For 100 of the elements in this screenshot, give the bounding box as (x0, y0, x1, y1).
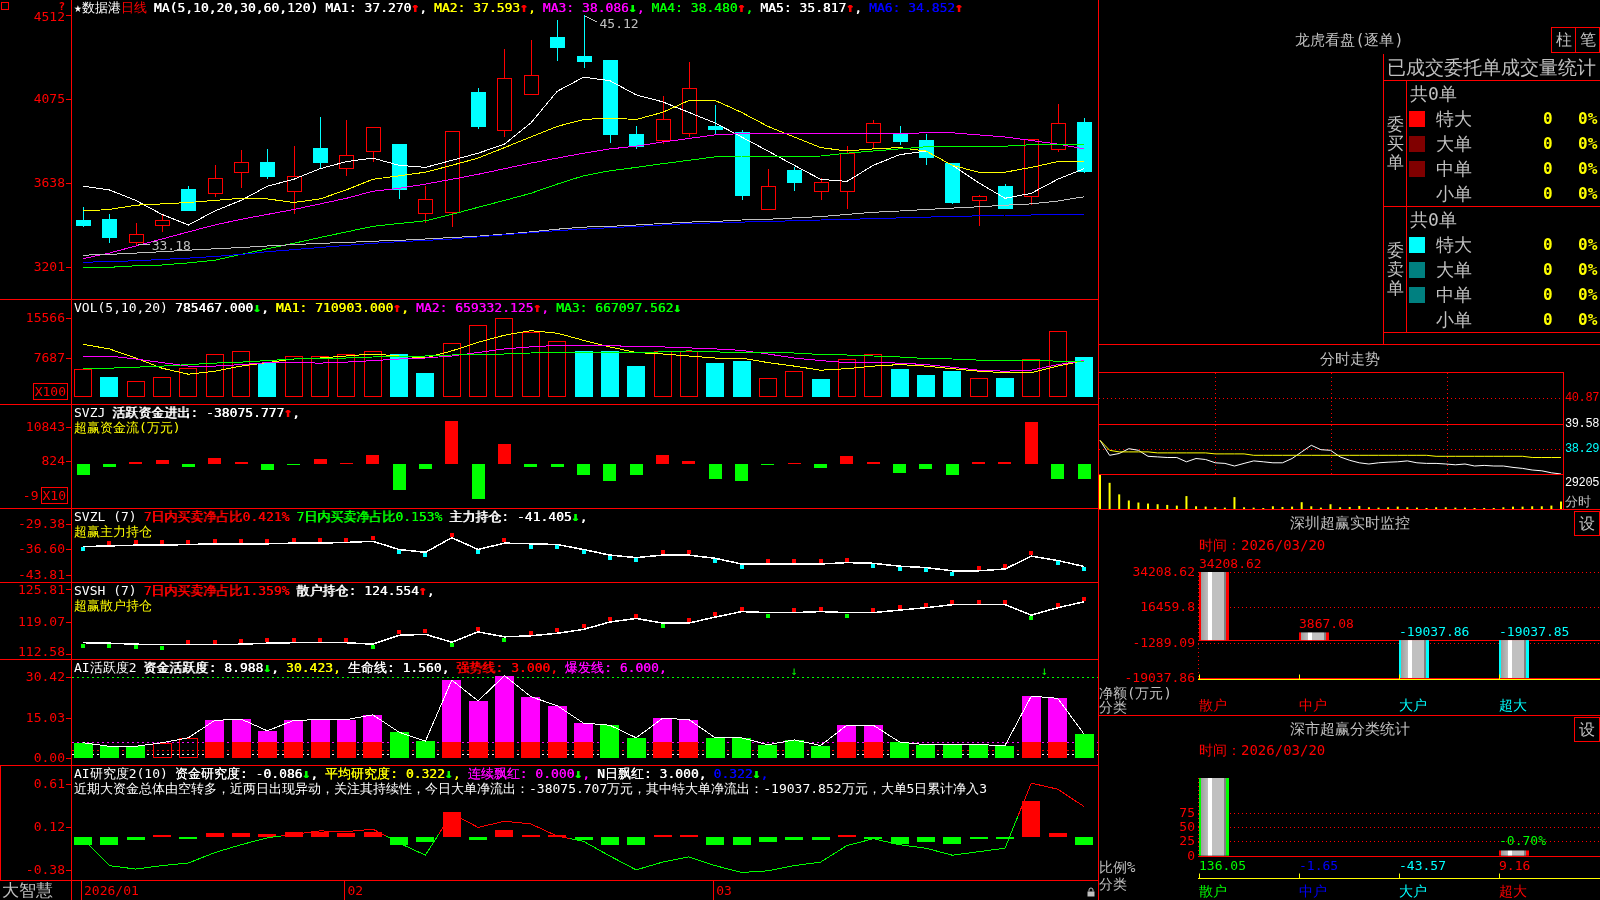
trend-arrow: ↑ (846, 0, 855, 15)
rising-candle (339, 119, 354, 177)
activity-bar (863, 742, 883, 759)
change-marker (397, 630, 402, 635)
volume-bar (311, 356, 330, 397)
change-marker (581, 624, 586, 629)
indicator-caption: 超赢散户持仓 (74, 598, 152, 613)
axis-tick-label: 119.07 (18, 615, 65, 630)
change-marker (923, 602, 928, 607)
fund-flow-bar (208, 457, 222, 464)
period-label: 日线 (120, 0, 147, 15)
indicator-value: MA4: 38.480 (651, 0, 738, 15)
indicator-caption: 近期大资金总体由空转多，近两日出现异动，关注其持续性，今日大单净流出：-38075.707万元，其中特大单净流出：-19037.852万元，大单5日累计净入3 (74, 781, 988, 796)
comma-separator: , (401, 300, 409, 315)
research-bar (390, 836, 409, 845)
research-bar (890, 836, 909, 844)
volume-scale-label: 29205 (1564, 477, 1599, 490)
research-bar (785, 836, 804, 840)
fund-flow-bar (392, 463, 406, 491)
volume-bar (442, 343, 461, 397)
research-bar (995, 836, 1014, 839)
axis-title: 分类 (1099, 700, 1127, 714)
help-mark[interactable]: ? (58, 2, 65, 11)
activity-bar (837, 742, 857, 759)
comma-separator: , (541, 300, 549, 315)
fund-flow-bar (524, 463, 538, 467)
indicator-value: 主力持仓: -41.405 (449, 509, 572, 524)
view-mode-button[interactable]: 笔 (1575, 27, 1600, 53)
activity-bar (205, 742, 225, 759)
research-bar (495, 830, 514, 837)
settings-button[interactable]: 设 (1574, 511, 1600, 536)
lock-icon[interactable] (1087, 887, 1095, 897)
change-marker (133, 645, 138, 650)
change-marker (818, 606, 823, 611)
comma-separator: , (527, 0, 536, 15)
indicator-value: MA(5,10,20,30,60,120) (153, 0, 319, 15)
order-total: 共0单 (1410, 209, 1457, 230)
comma-separator: , (745, 0, 754, 15)
volume-bar (416, 372, 435, 397)
change-marker (686, 618, 691, 622)
fund-flow-bar (629, 463, 643, 475)
activity-bar (784, 739, 804, 759)
volume-bar (864, 354, 883, 397)
order-percent: 0% (1578, 285, 1598, 304)
axis-tick-label: 4512 (33, 10, 65, 24)
volume-bar (363, 350, 382, 397)
research-bar (311, 831, 330, 837)
activity-bar (415, 741, 435, 759)
order-percent: 0% (1578, 260, 1598, 279)
axis-tick-label: 112.58 (18, 645, 65, 659)
fund-flow-bar (945, 463, 959, 475)
change-marker (318, 538, 323, 543)
order-total: 共0单 (1410, 83, 1457, 104)
indicator-value: 爆发线: 6.000, (565, 660, 667, 675)
change-marker (844, 613, 849, 618)
indicator-value: 7日内买卖净占比0.421% (143, 509, 290, 524)
bar-value-label: 136.05 (1199, 858, 1246, 873)
volume-bar (574, 350, 593, 397)
scale-unit-label: X100 (32, 383, 68, 400)
square-icon[interactable] (1, 2, 9, 10)
volume-bar (74, 369, 92, 397)
order-size-label: 小单 (1436, 182, 1472, 204)
activity-bar (231, 742, 251, 759)
change-marker (555, 628, 560, 633)
order-size-label: 小单 (1436, 308, 1472, 330)
settings-button[interactable]: 设 (1574, 717, 1600, 742)
change-marker (792, 559, 797, 564)
change-marker (844, 557, 849, 562)
change-marker (1055, 602, 1060, 607)
change-marker (607, 617, 612, 622)
fund-flow-bar (76, 463, 90, 476)
indicator-value: 0.322 (713, 766, 753, 781)
axis-title: 分时 (1564, 494, 1591, 509)
fund-flow-bar (366, 454, 380, 464)
trend-arrow: ↑ (520, 0, 528, 15)
falling-candle (893, 125, 908, 146)
axis-tick-label: 15.03 (25, 710, 65, 725)
order-percent: 0% (1578, 184, 1598, 203)
bar-value-label: 9.16 (1499, 858, 1531, 873)
comma-separator: , (579, 509, 588, 524)
volume-bar (890, 369, 909, 397)
change-marker (265, 638, 270, 643)
axis-tick-label: 30.42 (25, 669, 65, 684)
axis-tick-label: -43.81 (18, 568, 65, 582)
signal-arrow: ↓ (1040, 663, 1049, 678)
category-label: 中户 (1299, 696, 1327, 713)
rising-candle (656, 95, 671, 145)
activity-bar (995, 745, 1015, 759)
category-label: 大户 (1399, 882, 1427, 899)
fund-flow-bar (656, 454, 670, 464)
fund-flow-bar (471, 463, 485, 500)
axis-tick-label: 15566 (25, 310, 65, 325)
research-bar (1075, 836, 1093, 845)
trend-arrow: ↓ (673, 300, 682, 315)
signal-arrow: ↓ (790, 663, 798, 678)
indicator-caption: 超赢主力持仓 (74, 524, 152, 539)
rising-candle (1024, 138, 1039, 206)
activity-bar (574, 742, 593, 759)
view-mode-button[interactable]: 柱 (1551, 27, 1576, 53)
volume-bar (1022, 359, 1041, 397)
